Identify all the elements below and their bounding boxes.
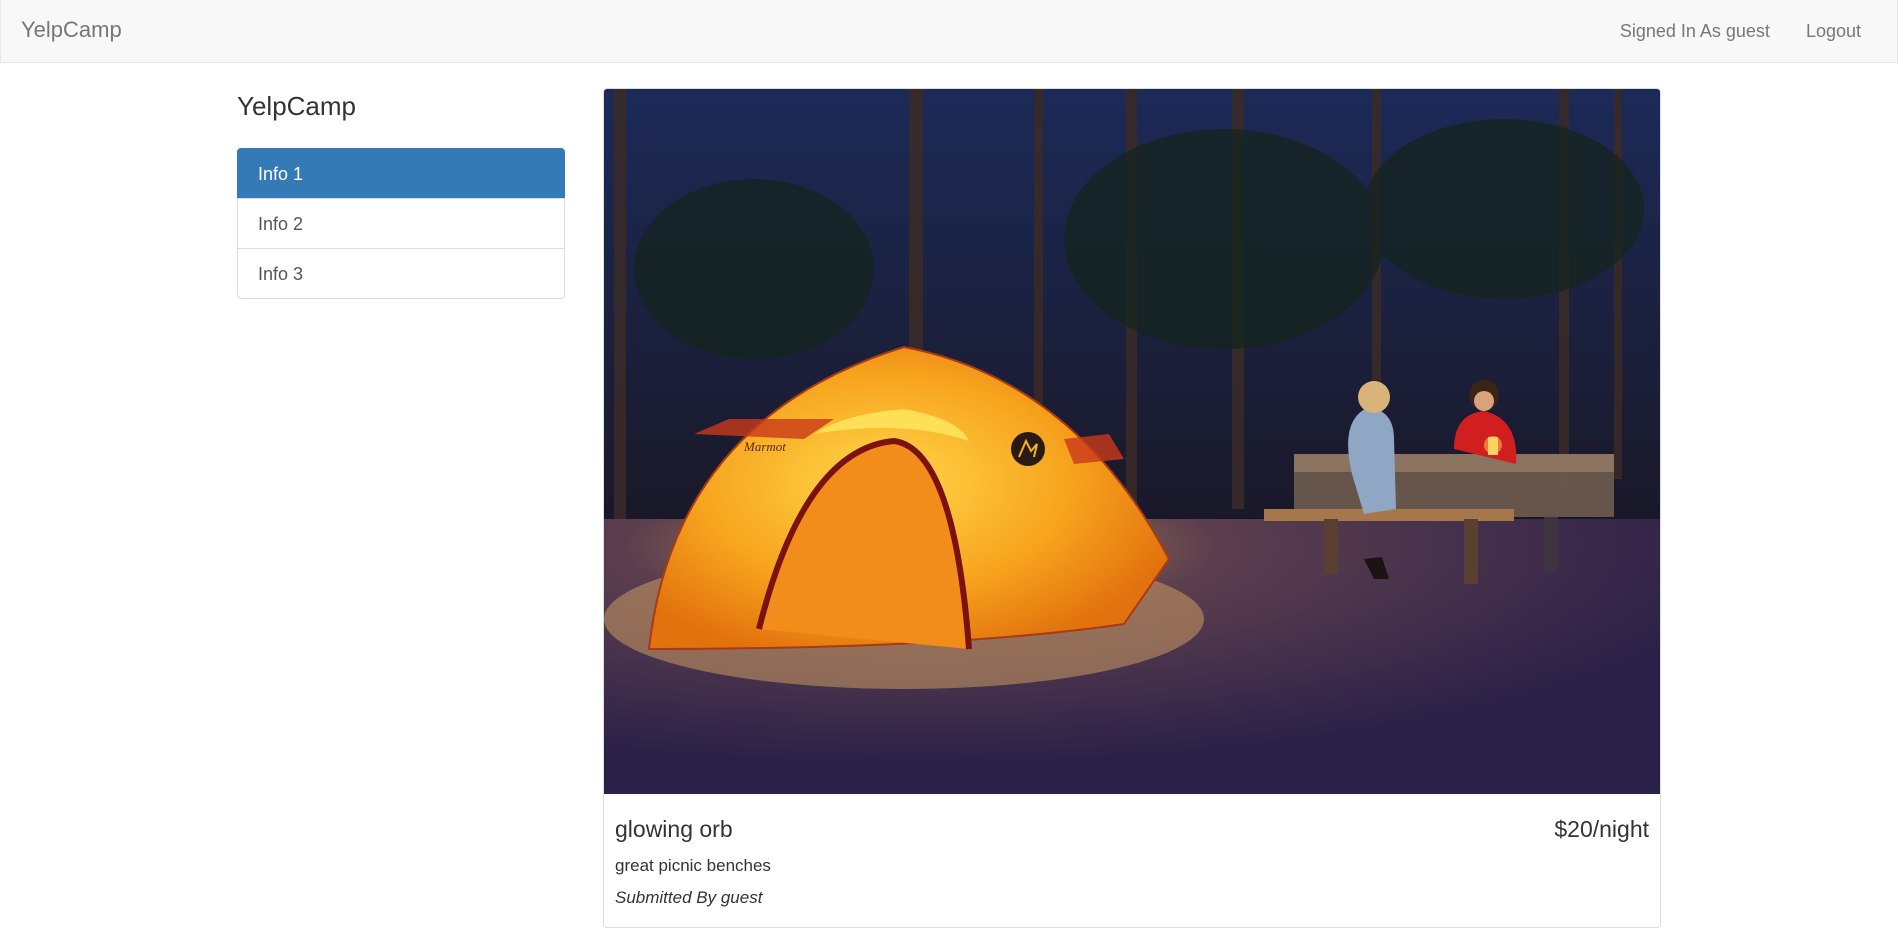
navbar-right-links: Signed In As guest Logout	[1602, 0, 1897, 62]
sidebar: YelpCamp Info 1 Info 2 Info 3	[237, 88, 565, 299]
sidebar-title: YelpCamp	[237, 91, 357, 121]
campground-price: $20/night	[1554, 816, 1649, 842]
info-list: Info 1 Info 2 Info 3	[237, 148, 565, 299]
campground-description: great picnic benches	[615, 856, 771, 875]
submitted-by: Submitted By guest	[615, 888, 763, 907]
sidebar-item-info-1[interactable]: Info 1	[237, 148, 565, 199]
campground-card: Marmot glowing orb $20/night great picni…	[603, 88, 1661, 928]
signed-in-link[interactable]: Signed In As guest	[1602, 21, 1788, 42]
top-navbar: YelpCamp Signed In As guest Logout	[0, 0, 1898, 63]
sidebar-item-info-2[interactable]: Info 2	[237, 198, 565, 249]
sidebar-item-info-3[interactable]: Info 3	[237, 248, 565, 299]
logout-link[interactable]: Logout	[1788, 21, 1897, 42]
navbar-brand[interactable]: YelpCamp	[21, 17, 122, 43]
campground-name: glowing orb	[615, 816, 733, 842]
campground-photo: Marmot	[604, 89, 1660, 794]
svg-text:Marmot: Marmot	[743, 439, 786, 454]
